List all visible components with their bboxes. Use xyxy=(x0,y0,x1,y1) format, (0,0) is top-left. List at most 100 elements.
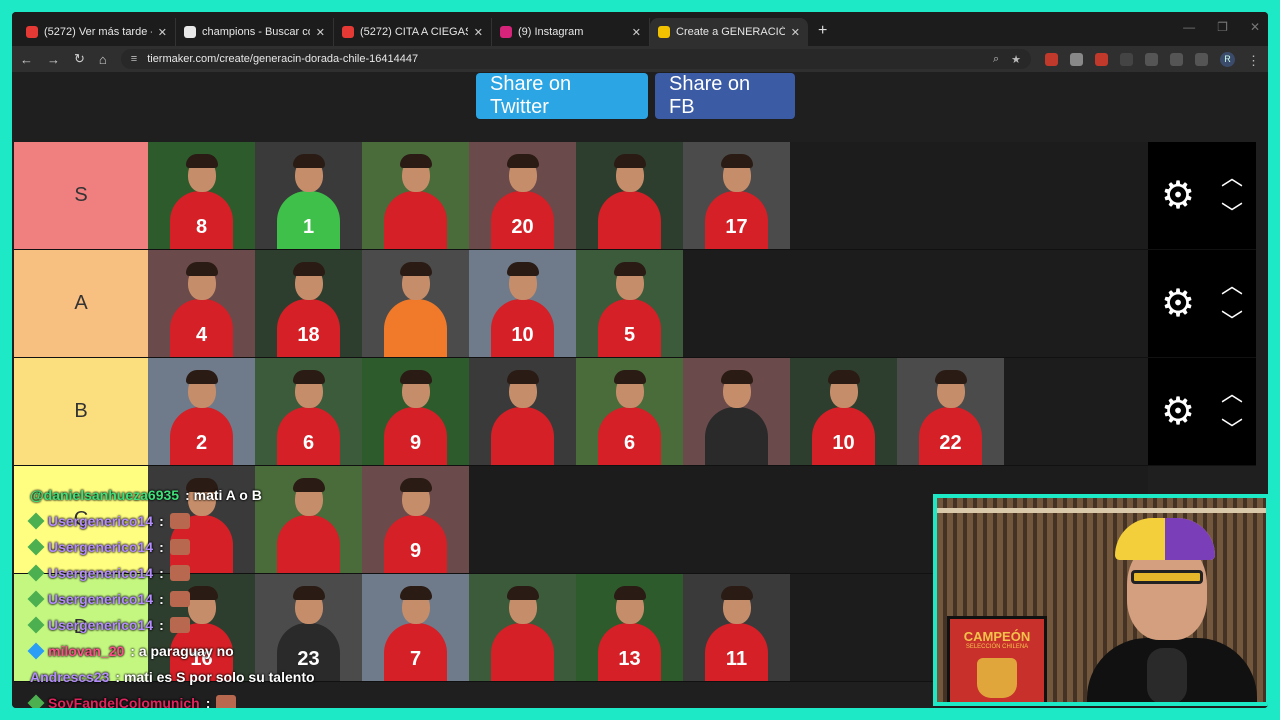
reload-icon[interactable]: ↻ xyxy=(74,51,85,67)
jersey-number: 10 xyxy=(832,432,855,454)
player-card[interactable]: 8 xyxy=(148,142,255,249)
sidebar-icon[interactable] xyxy=(1195,52,1208,66)
address-bar[interactable]: ≡ tiermaker.com/create/generacin-dorada-… xyxy=(120,49,1031,69)
player-card[interactable]: 17 xyxy=(683,142,790,249)
tab-close-icon[interactable]: ✕ xyxy=(474,26,483,39)
chat-username: Usergenerico14 xyxy=(48,591,154,607)
player-card[interactable]: 5 xyxy=(576,250,683,357)
tab-close-icon[interactable]: ✕ xyxy=(632,26,641,39)
home-icon[interactable]: ⌂ xyxy=(99,52,107,67)
player-card[interactable]: 10 xyxy=(469,250,576,357)
share-twitter-button[interactable]: Share on Twitter xyxy=(476,73,648,119)
player-card[interactable] xyxy=(362,142,469,249)
player-card[interactable] xyxy=(683,358,790,465)
tier-controls: ⚙ ︿ ﹀ xyxy=(1148,250,1256,357)
chevron-up-icon[interactable]: ︿ xyxy=(1221,382,1243,405)
player-card[interactable]: 10 xyxy=(790,358,897,465)
url-text: tiermaker.com/create/generacin-dorada-ch… xyxy=(147,53,419,65)
player-card[interactable]: 2 xyxy=(148,358,255,465)
jersey-number: 13 xyxy=(618,648,641,670)
maximize-icon[interactable]: ❐ xyxy=(1217,20,1228,34)
tab-close-icon[interactable]: ✕ xyxy=(316,26,325,39)
player-card[interactable]: 11 xyxy=(683,574,790,681)
player-card[interactable]: 18 xyxy=(255,250,362,357)
player-card[interactable] xyxy=(362,250,469,357)
player-card[interactable]: 22 xyxy=(897,358,1004,465)
zoom-icon[interactable]: ⌕ xyxy=(993,53,999,66)
tab-close-icon[interactable]: ✕ xyxy=(791,26,800,39)
stream-frame: (5272) Ver más tarde - YouTube✕champions… xyxy=(12,12,1268,708)
profile-avatar[interactable]: R xyxy=(1220,51,1235,67)
chevron-up-icon[interactable]: ︿ xyxy=(1221,274,1243,297)
browser-tab[interactable]: (5272) Ver más tarde - YouTube ✕ xyxy=(18,18,176,46)
player-card[interactable]: 1 xyxy=(255,142,362,249)
extension-icon[interactable] xyxy=(1070,52,1083,66)
player-card[interactable]: 6 xyxy=(255,358,362,465)
tier-label[interactable]: S xyxy=(14,142,148,249)
tier-controls: ⚙ ︿ ﹀ xyxy=(1148,142,1256,249)
tab-title: champions - Buscar con Google xyxy=(202,26,310,38)
share-fb-button[interactable]: Share on FB xyxy=(655,73,795,119)
chat-message: milovan_20: a paraguay no xyxy=(27,638,450,664)
browser-tab[interactable]: (9) Instagram ✕ xyxy=(492,18,650,46)
player-card[interactable]: 4 xyxy=(148,250,255,357)
share-buttons: Share on Twitter Share on FB xyxy=(476,73,795,119)
trophy-icon xyxy=(977,658,1017,698)
reading-list-icon[interactable] xyxy=(1170,52,1183,66)
new-tab-button[interactable]: + xyxy=(808,22,837,46)
poster-subtitle: SELECCIÓN CHILENA xyxy=(965,644,1029,650)
browser-tab[interactable]: champions - Buscar con Google ✕ xyxy=(176,18,334,46)
player-card[interactable]: 20 xyxy=(469,142,576,249)
jersey-number: 11 xyxy=(725,648,748,670)
player-card[interactable]: 9 xyxy=(362,358,469,465)
tier-label[interactable]: A xyxy=(14,250,148,357)
jersey-number: 5 xyxy=(623,324,636,346)
forward-icon[interactable]: → xyxy=(47,52,60,67)
tab-favicon-icon xyxy=(658,26,670,38)
player-card[interactable]: 6 xyxy=(576,358,683,465)
tier-controls: ⚙ ︿ ﹀ xyxy=(1148,358,1256,465)
chat-badge-icon xyxy=(27,538,45,556)
gear-icon[interactable]: ⚙ xyxy=(1161,177,1195,215)
jersey-number: 4 xyxy=(195,324,208,346)
emote-icon xyxy=(216,695,237,708)
chat-badge-icon xyxy=(27,694,45,708)
player-card[interactable] xyxy=(469,358,576,465)
back-icon[interactable]: ← xyxy=(20,52,33,67)
chevron-down-icon[interactable]: ﹀ xyxy=(1221,310,1243,333)
chat-username: Usergenerico14 xyxy=(48,565,154,581)
chat-text: : xyxy=(159,617,164,633)
minimize-icon[interactable]: — xyxy=(1183,20,1195,34)
extension-icon[interactable] xyxy=(1045,52,1058,66)
tier-items: 2 6 9 6 10 22 xyxy=(148,358,1148,465)
chat-badge-icon xyxy=(27,616,45,634)
chevron-down-icon[interactable]: ﹀ xyxy=(1221,418,1243,441)
puzzle-icon[interactable] xyxy=(1145,52,1158,66)
bookmark-star-icon[interactable]: ★ xyxy=(1011,53,1021,66)
browser-tab[interactable]: (5272) CITA A CIEGAS PARA SA ✕ xyxy=(334,18,492,46)
browser-tab[interactable]: Create a GENERACIÓN DORAD ✕ xyxy=(650,18,808,46)
chat-text: : xyxy=(159,539,164,555)
chat-username: Usergenerico14 xyxy=(48,539,154,555)
extension-icon[interactable] xyxy=(1095,52,1108,66)
chevron-up-icon[interactable]: ︿ xyxy=(1221,166,1243,189)
jersey-number: 6 xyxy=(623,432,636,454)
player-card[interactable] xyxy=(576,142,683,249)
menu-kebab-icon[interactable]: ⋮ xyxy=(1247,53,1260,68)
extension-icon[interactable] xyxy=(1120,52,1133,66)
gear-icon[interactable]: ⚙ xyxy=(1161,285,1195,323)
chevron-down-icon[interactable]: ﹀ xyxy=(1221,202,1243,225)
site-info-icon[interactable]: ≡ xyxy=(131,53,137,65)
gear-icon[interactable]: ⚙ xyxy=(1161,393,1195,431)
jersey-number: 6 xyxy=(302,432,315,454)
tier-items: 4 18 10 5 xyxy=(148,250,1148,357)
player-card[interactable] xyxy=(469,574,576,681)
tab-close-icon[interactable]: ✕ xyxy=(158,26,167,39)
tier-label[interactable]: B xyxy=(14,358,148,465)
chat-message: Usergenerico14: xyxy=(27,586,450,612)
chat-text: : xyxy=(159,513,164,529)
close-window-icon[interactable]: ✕ xyxy=(1250,20,1260,34)
browser-toolbar: ← → ↻ ⌂ ≡ tiermaker.com/create/generacin… xyxy=(12,46,1268,72)
chat-message: Usergenerico14: xyxy=(27,534,450,560)
player-card[interactable]: 13 xyxy=(576,574,683,681)
